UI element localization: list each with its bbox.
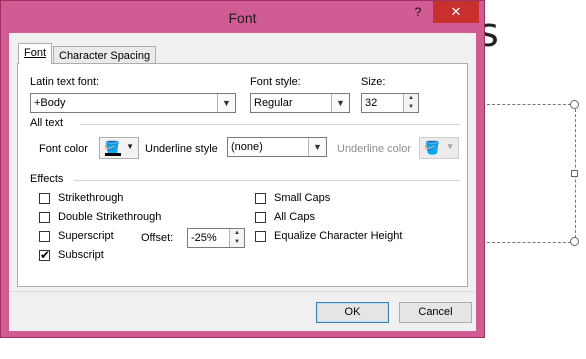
offset-value: -25% [191,232,217,244]
tab-font[interactable]: Font [18,43,53,64]
font-style-value: Regular [254,97,293,109]
superscript-checkbox[interactable] [39,231,50,242]
underline-color-label: Underline color [337,143,411,155]
dialog-client: Font Character Spacing Latin text font: … [9,33,476,331]
latin-font-combo[interactable]: +Body ▼ [30,93,236,113]
all-text-divider [80,124,460,125]
chevron-down-icon: ▼ [446,142,454,151]
subscript-checkbox[interactable]: ✔ [39,248,51,262]
size-value: 32 [365,97,378,109]
offset-spinner[interactable]: -25% ▲ ▼ [187,228,245,248]
all-caps-checkbox[interactable] [255,212,266,223]
size-spinner[interactable]: 32 ▲ ▼ [361,93,419,113]
superscript-label[interactable]: Superscript [58,230,114,242]
double-strikethrough-checkbox[interactable] [39,212,50,223]
font-color-label: Font color [39,143,88,155]
font-dialog: Font ? ✕ Font Character Spacing Latin te… [0,0,485,338]
font-style-combo[interactable]: Regular ▼ [250,93,350,113]
font-color-button[interactable]: 🪣 ▼ [99,137,139,159]
equalize-height-checkbox[interactable] [255,231,266,242]
latin-font-label: Latin text font: [30,76,100,88]
chevron-down-icon: ▼ [126,142,134,151]
all-text-heading: All text [30,117,64,129]
latin-font-value: +Body [34,97,66,109]
resize-handle-right[interactable] [571,170,578,177]
small-caps-checkbox[interactable] [255,193,266,204]
title-bar[interactable]: Font ? ✕ [1,1,484,35]
resize-handle-top-right[interactable] [570,100,579,109]
color-swatch [105,153,121,156]
underline-style-value: (none) [231,141,263,153]
chevron-down-icon[interactable]: ▼ [308,138,326,156]
underline-color-button[interactable]: 🪣 ▼ [419,137,459,159]
underline-style-label: Underline style [145,143,218,155]
help-button[interactable]: ? [405,3,431,23]
strikethrough-checkbox[interactable] [39,193,50,204]
selection-border [487,104,576,243]
effects-heading: Effects [30,173,64,185]
offset-label: Offset: [141,232,174,244]
size-label: Size: [361,76,386,88]
font-tab-panel: Latin text font: Font style: Size: +Body… [17,63,468,287]
effects-divider [74,180,460,181]
paint-bucket-icon: 🪣 [424,140,441,155]
strikethrough-label[interactable]: Strikethrough [58,192,123,204]
all-caps-label[interactable]: All Caps [274,211,315,223]
ok-button[interactable]: OK [316,302,389,323]
chevron-down-icon[interactable]: ▼ [331,94,349,112]
cancel-button[interactable]: Cancel [399,302,472,323]
close-button[interactable]: ✕ [433,1,479,23]
underline-style-combo[interactable]: (none) ▼ [227,137,327,157]
tab-character-spacing-label: Character Spacing [59,50,151,62]
spin-down-icon[interactable]: ▼ [230,238,244,247]
font-style-label: Font style: [250,76,301,88]
chevron-down-icon[interactable]: ▼ [217,94,235,112]
subscript-label[interactable]: Subscript [58,249,104,261]
small-caps-label[interactable]: Small Caps [274,192,330,204]
double-strikethrough-label[interactable]: Double Strikethrough [58,211,161,223]
spin-down-icon[interactable]: ▼ [404,103,418,112]
footer-divider [9,291,476,292]
resize-handle-bottom-right[interactable] [570,237,579,246]
equalize-height-label[interactable]: Equalize Character Height [274,230,402,242]
tab-font-label: Font [24,47,47,59]
checkmark-icon: ✔ [40,248,51,262]
